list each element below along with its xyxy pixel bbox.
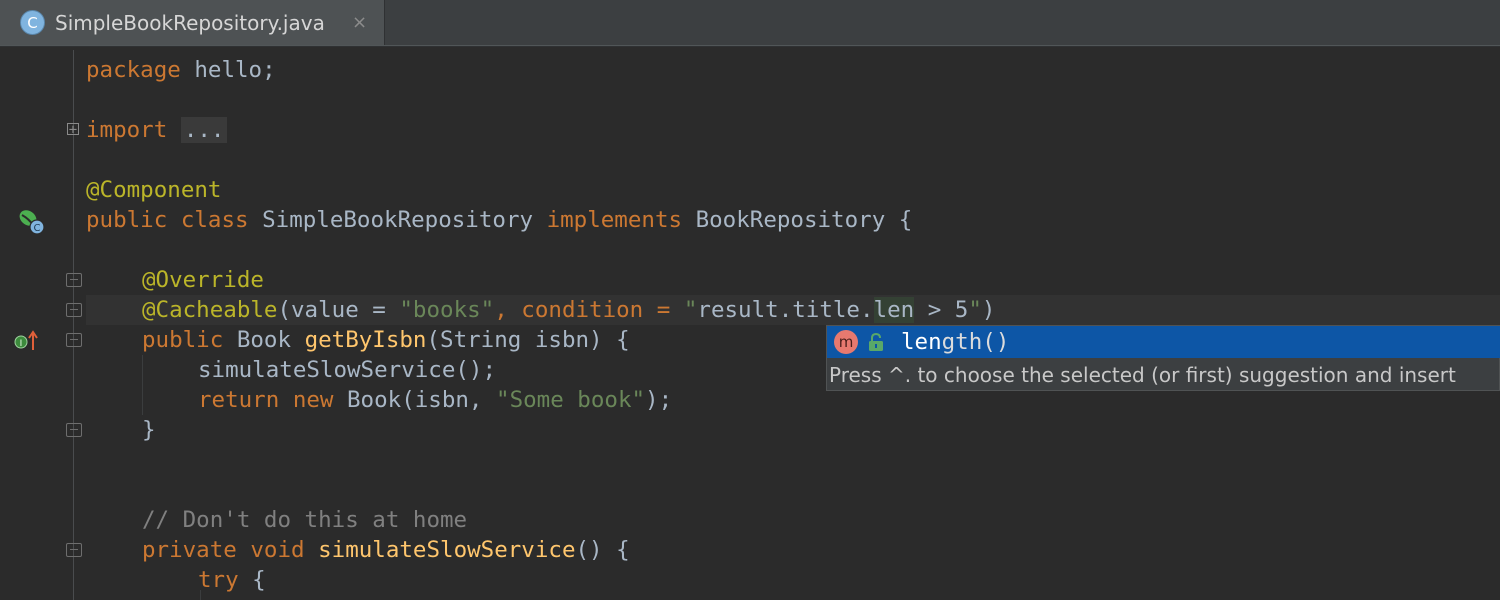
fold-marker[interactable] [66, 423, 82, 437]
code-line-11: simulateSlowService(); [198, 357, 497, 383]
code-line-3: import ... [86, 115, 228, 145]
code-line-18: try { [198, 567, 266, 593]
tab-simplebookrepository[interactable]: C SimpleBookRepository.java × [0, 0, 385, 46]
public-lock-icon [869, 333, 883, 351]
svg-text:I: I [20, 339, 23, 349]
fold-marker[interactable] [66, 303, 82, 317]
fold-marker[interactable] [66, 543, 82, 557]
folded-imports[interactable]: ... [180, 117, 228, 143]
method-icon: m [834, 330, 858, 354]
code-line-13: } [142, 417, 156, 443]
close-icon[interactable]: × [352, 10, 367, 36]
editor-tab-bar: C SimpleBookRepository.java × [0, 0, 1500, 47]
implements-method-icon[interactable]: I [14, 330, 40, 352]
tab-title: SimpleBookRepository.java [55, 11, 325, 35]
code-line-8: @Override [142, 267, 264, 293]
fold-expand-icon[interactable]: + [67, 123, 79, 137]
completion-item-length[interactable]: m length() [827, 326, 1500, 358]
code-line-16: // Don't do this at home [142, 507, 468, 533]
code-line-12: return new Book(isbn, "Some book"); [198, 387, 673, 413]
code-completion-popup: m length() Press ^. to choose the select… [826, 325, 1500, 391]
spring-bean-icon[interactable]: C [17, 206, 47, 236]
completion-item-label: length() [901, 329, 1010, 355]
java-class-icon: C [20, 10, 45, 35]
code-line-9: @Cacheable(value = "books", condition = … [142, 297, 996, 323]
code-line-6: public class SimpleBookRepository implem… [86, 207, 913, 233]
code-line-17: private void simulateSlowService() { [142, 537, 630, 563]
fold-marker[interactable] [66, 273, 82, 287]
svg-text:C: C [34, 223, 41, 234]
typed-prefix: len [873, 297, 915, 323]
fold-marker[interactable] [66, 333, 82, 347]
indent-guide [142, 355, 143, 415]
completion-hint: Press ^. to choose the selected (or firs… [829, 363, 1456, 387]
code-line-10: public Book getByIsbn(String isbn) { [142, 327, 630, 353]
code-line-1: package hello; [86, 57, 276, 83]
code-line-5: @Component [86, 177, 222, 203]
